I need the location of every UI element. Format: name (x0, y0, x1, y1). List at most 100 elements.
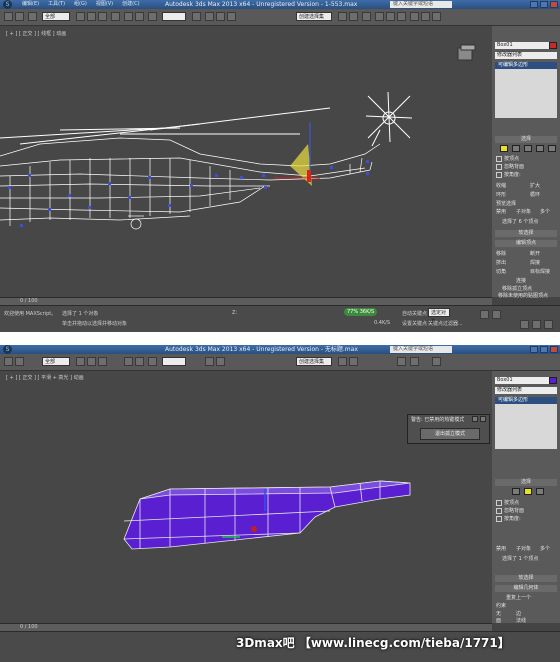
dialog-pin-icon[interactable] (472, 416, 478, 422)
ignore-backfacing-checkbox[interactable]: 忽略背面 (496, 507, 524, 514)
named-selection-dropdown[interactable]: 创建选择集 (296, 12, 332, 21)
by-angle-checkbox[interactable]: 按角度: (496, 515, 521, 522)
repeat-last-button[interactable]: 重复上一个 (506, 594, 531, 601)
rect-selection-icon[interactable] (98, 12, 107, 21)
layer-icon[interactable] (362, 12, 371, 21)
scale-icon[interactable] (148, 12, 157, 21)
app-logo-icon[interactable]: S (3, 0, 12, 9)
angle-snap-icon[interactable] (216, 357, 225, 366)
minimize-button[interactable] (530, 1, 538, 8)
ignore-backfacing-checkbox[interactable]: 忽略背面 (496, 163, 524, 170)
autokey-button[interactable]: 自动关键点 (402, 310, 427, 317)
rotate-icon[interactable] (135, 12, 144, 21)
undo-icon[interactable] (4, 357, 13, 366)
close-button[interactable] (550, 1, 558, 8)
menu-item[interactable]: 组(G) (74, 0, 87, 9)
align-icon[interactable] (349, 12, 358, 21)
vertex-mode-icon[interactable] (512, 488, 520, 495)
modifier-stack-item[interactable]: 可编辑多边形 (495, 62, 557, 69)
exit-isolation-button[interactable]: 退出孤立模式 (420, 428, 480, 440)
rect-selection-icon[interactable] (98, 357, 107, 366)
modifier-stack-item[interactable]: 可编辑多边形 (495, 397, 557, 404)
chamfer-button[interactable]: 切角 (496, 268, 506, 275)
material-editor-icon[interactable] (397, 12, 406, 21)
preview-disabled-radio[interactable]: 禁用 (496, 545, 506, 552)
edge-mode-icon[interactable] (512, 145, 520, 152)
constraint-normal-radio[interactable]: 法线 (516, 617, 526, 624)
close-button[interactable] (550, 346, 558, 353)
move-icon[interactable] (124, 12, 133, 21)
extrude-button[interactable]: 挤出 (496, 259, 506, 266)
render-setup-icon[interactable] (410, 12, 419, 21)
break-button[interactable]: 断开 (530, 250, 540, 257)
mirror-icon[interactable] (338, 12, 347, 21)
polygon-mode-icon[interactable] (536, 488, 544, 495)
object-name-field[interactable]: Box01 (495, 377, 557, 384)
key-filters-button[interactable]: 关键点过滤器... (428, 320, 463, 327)
angle-snap-icon[interactable] (216, 12, 225, 21)
minimize-button[interactable] (530, 346, 538, 353)
polygon-mode-icon[interactable] (536, 145, 544, 152)
preview-disabled-radio[interactable]: 禁用 (496, 208, 506, 215)
border-mode-icon[interactable] (524, 145, 532, 152)
material-editor-icon[interactable] (397, 357, 406, 366)
reference-coord-dropdown[interactable] (162, 357, 186, 366)
soft-selection-rollout[interactable]: 软选择 (495, 230, 557, 237)
remove-unused-map-button[interactable]: 移除未使用的贴图顶点 (498, 292, 548, 299)
grow-button[interactable]: 扩大 (530, 182, 540, 189)
zoom-icon[interactable] (520, 320, 529, 329)
remove-button[interactable]: 移除 (496, 250, 506, 257)
time-slider[interactable]: 0 / 100 (0, 297, 492, 305)
help-search-input[interactable]: 键入关键字或短语 (390, 1, 452, 8)
scale-icon[interactable] (148, 357, 157, 366)
selection-filter-dropdown[interactable]: 全部 (42, 12, 70, 21)
undo-icon[interactable] (4, 12, 13, 21)
select-object-icon[interactable] (76, 12, 85, 21)
soft-selection-rollout[interactable]: 软选择 (495, 575, 557, 582)
orbit-icon[interactable] (544, 320, 553, 329)
curve-editor-icon[interactable] (375, 12, 384, 21)
play-icon[interactable] (480, 310, 489, 319)
render-frame-icon[interactable] (421, 12, 430, 21)
object-color-swatch[interactable] (549, 42, 557, 49)
dialog-close-icon[interactable] (480, 416, 486, 422)
mirror-icon[interactable] (338, 357, 347, 366)
key-filter-dropdown[interactable]: 选定对象 (428, 308, 450, 325)
app-logo-icon[interactable]: S (3, 345, 12, 354)
pan-icon[interactable] (532, 320, 541, 329)
constraint-edge-radio[interactable]: 边 (516, 610, 521, 617)
edit-vertices-rollout[interactable]: 编辑顶点 (495, 240, 557, 247)
move-icon[interactable] (124, 357, 133, 366)
render-icon[interactable] (432, 12, 441, 21)
select-by-name-icon[interactable] (87, 357, 96, 366)
object-name-field[interactable]: Box01 (495, 42, 557, 49)
select-object-icon[interactable] (76, 357, 85, 366)
render-setup-icon[interactable] (410, 357, 419, 366)
maximize-button[interactable] (540, 1, 548, 8)
selection-rollout[interactable]: 选择 (495, 136, 557, 143)
by-vertex-checkbox[interactable]: 按顶点 (496, 155, 519, 162)
target-weld-button[interactable]: 目标焊接 (530, 268, 550, 275)
constraint-face-radio[interactable]: 面 (496, 617, 501, 624)
time-slider[interactable]: 0 / 100 (0, 623, 492, 631)
align-icon[interactable] (349, 357, 358, 366)
rotate-icon[interactable] (135, 357, 144, 366)
preview-subobject-radio[interactable]: 子对象 (516, 208, 531, 215)
pivot-icon[interactable] (192, 12, 201, 21)
element-mode-icon[interactable] (548, 145, 556, 152)
viewport-front[interactable]: [ + ] [ 正交 ] [ 平滑 + 高光 ] 动画 警告: 已禁用的热键模式… (0, 371, 492, 623)
reference-coord-dropdown[interactable] (162, 12, 186, 21)
remove-isolated-button[interactable]: 移除孤立顶点 (502, 285, 532, 292)
select-by-name-icon[interactable] (87, 12, 96, 21)
object-color-swatch[interactable] (549, 377, 557, 384)
maximize-button[interactable] (540, 346, 548, 353)
window-crossing-icon[interactable] (111, 12, 120, 21)
ring-button[interactable]: 环形 (496, 191, 506, 198)
connect-button[interactable]: 连接 (516, 277, 526, 284)
by-angle-checkbox[interactable]: 按角度: (496, 171, 521, 178)
schematic-icon[interactable] (386, 12, 395, 21)
help-search-input[interactable]: 键入关键字或短语 (390, 346, 452, 353)
snap-icon[interactable] (205, 357, 214, 366)
preview-multi-radio[interactable]: 多个 (540, 208, 550, 215)
preview-multi-radio[interactable]: 多个 (540, 545, 550, 552)
